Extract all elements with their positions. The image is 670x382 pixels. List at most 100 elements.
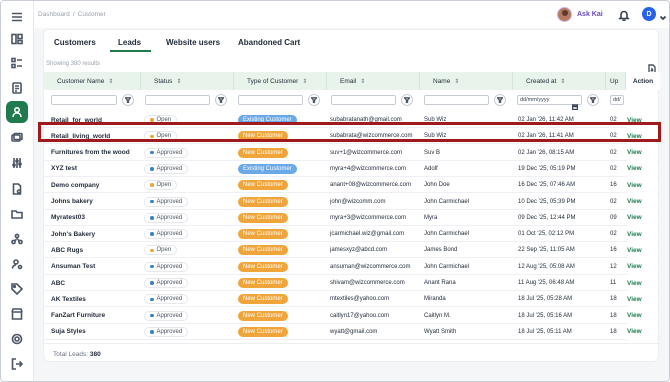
- sort-icon[interactable]: ⇕: [302, 78, 307, 85]
- customer-name-cell[interactable]: AK Textiles: [51, 291, 141, 307]
- folder-icon[interactable]: [9, 206, 25, 222]
- customer-name-cell[interactable]: Retail_for_world: [51, 112, 141, 128]
- customer-name-cell[interactable]: Myratest03: [51, 210, 141, 226]
- customer-name-cell[interactable]: ABC: [51, 275, 141, 291]
- sort-icon[interactable]: ⇕: [108, 78, 113, 85]
- col-updated[interactable]: Up: [605, 72, 625, 90]
- customer-name-cell[interactable]: XYZ test: [51, 161, 141, 177]
- email-filter-input[interactable]: [331, 95, 396, 105]
- contact-name-cell: Wyatt Smith: [424, 328, 457, 335]
- status-cell: Approved: [144, 145, 234, 161]
- view-link[interactable]: View: [627, 177, 657, 194]
- view-link[interactable]: View: [627, 226, 657, 243]
- catalog-icon[interactable]: [9, 55, 25, 71]
- table-row[interactable]: XYZ test Approved Existing Customer myra+4@…: [44, 160, 660, 177]
- table-row[interactable]: Demo company Open New Customer anant+08@wiz…: [44, 177, 660, 194]
- customer-name-cell[interactable]: FanZart Furniture: [51, 308, 141, 324]
- dashboard-icon[interactable]: [9, 31, 25, 47]
- tag-icon[interactable]: [9, 281, 25, 297]
- table-row[interactable]: AK Textiles Approved New Customer mtextiles…: [44, 291, 660, 308]
- name-filter-input[interactable]: [424, 95, 489, 105]
- export-icon[interactable]: [647, 61, 657, 74]
- table-row[interactable]: Furnitures from the wood Approved New Cust…: [44, 144, 660, 161]
- table-row[interactable]: John's Bakery Approved New Customer jcarmic…: [44, 226, 660, 243]
- col-type[interactable]: Type of Customer ⇕: [233, 72, 326, 90]
- network-icon[interactable]: [9, 231, 25, 247]
- table-row[interactable]: Ansuman Test Approved New Customer ansuman@…: [44, 258, 660, 275]
- tab-leads[interactable]: Leads: [118, 38, 141, 47]
- logout-icon[interactable]: [9, 356, 25, 372]
- updated-date-input[interactable]: dd/: [610, 95, 624, 105]
- view-link[interactable]: View: [627, 193, 657, 210]
- view-link[interactable]: View: [627, 209, 657, 226]
- document-icon[interactable]: [9, 181, 25, 197]
- customer-name-filter-input[interactable]: [51, 95, 117, 105]
- chevron-down-icon[interactable]: [659, 9, 667, 21]
- user-avatar[interactable]: D: [642, 7, 656, 21]
- customer-name-cell[interactable]: Retail_living_world: [51, 128, 141, 144]
- customer-name-cell[interactable]: Johns bakery: [51, 194, 141, 210]
- col-name[interactable]: Name ⇕: [419, 72, 512, 90]
- sort-icon[interactable]: ⇕: [360, 78, 365, 85]
- view-link[interactable]: View: [627, 160, 657, 177]
- sort-icon[interactable]: ⇕: [454, 78, 459, 85]
- view-link[interactable]: View: [627, 307, 657, 324]
- customer-name-cell[interactable]: Suja Styles: [51, 324, 141, 340]
- bell-icon[interactable]: [618, 8, 630, 22]
- customers-icon[interactable]: [6, 101, 28, 123]
- settings-sliders-icon[interactable]: [9, 155, 25, 171]
- calendar-icon[interactable]: [571, 97, 579, 111]
- view-link[interactable]: View: [627, 144, 657, 161]
- col-email[interactable]: Email ⇕: [326, 72, 419, 90]
- customer-name-cell[interactable]: Ansuman Test: [51, 259, 141, 275]
- view-link[interactable]: View: [627, 258, 657, 275]
- customer-name-cell[interactable]: Furnitures from the wood: [51, 145, 141, 161]
- customer-name-cell[interactable]: Demo company: [51, 177, 141, 193]
- updated-cell: 18: [610, 296, 617, 303]
- table-row[interactable]: Suja Styles Approved New Customer wyatt@gma…: [44, 323, 660, 340]
- table-row[interactable]: ABC Rugs Open New Customer jamesxyz@abcd.co…: [44, 242, 660, 259]
- ask-kai-button[interactable]: Ask Kai: [557, 6, 607, 23]
- view-link[interactable]: View: [627, 275, 657, 291]
- status-label: Approved: [156, 231, 183, 238]
- view-link[interactable]: View: [627, 128, 657, 145]
- payments-icon[interactable]: [9, 130, 25, 146]
- filter-icon[interactable]: [587, 94, 599, 106]
- orders-icon[interactable]: [9, 80, 25, 96]
- table-row[interactable]: Myratest03 Approved New Customer myra+3@wiz…: [44, 209, 660, 226]
- customer-name-cell[interactable]: ABC Rugs: [51, 242, 141, 258]
- view-link[interactable]: View: [627, 242, 657, 259]
- user-settings-icon[interactable]: [9, 256, 25, 272]
- breadcrumb: Dashboard / Customer: [38, 11, 109, 18]
- tab-customers[interactable]: Customers: [54, 38, 96, 47]
- breadcrumb-dashboard[interactable]: Dashboard: [38, 11, 70, 18]
- updated-cell: 09: [610, 214, 617, 221]
- store-icon[interactable]: [9, 306, 25, 322]
- view-link[interactable]: View: [627, 291, 657, 308]
- sort-icon[interactable]: ⇕: [176, 78, 181, 85]
- tab-website-users[interactable]: Website users: [166, 38, 220, 47]
- table-row[interactable]: Retail_living_world Open New Customer subab…: [44, 128, 660, 145]
- filter-icon[interactable]: [215, 94, 227, 106]
- tab-abandoned-cart[interactable]: Abandoned Cart: [238, 38, 300, 47]
- table-row[interactable]: Retail_for_world Open Existing Customer sub…: [44, 112, 660, 128]
- customer-type-badge: New Customer: [238, 278, 288, 288]
- table-row[interactable]: FanZart Furniture Approved New Customer cai…: [44, 307, 660, 324]
- menu-icon[interactable]: [9, 9, 25, 25]
- customer-name-cell[interactable]: John's Bakery: [51, 226, 141, 242]
- gear-icon[interactable]: [9, 331, 25, 347]
- col-status[interactable]: Status ⇕: [140, 72, 233, 90]
- view-link[interactable]: View: [627, 323, 657, 340]
- type-filter-input[interactable]: [238, 95, 303, 105]
- filter-icon[interactable]: [308, 94, 320, 106]
- filter-icon[interactable]: [401, 94, 413, 106]
- view-link[interactable]: View: [627, 112, 657, 128]
- table-row[interactable]: Johns bakery Approved New Customer john@wiz…: [44, 193, 660, 210]
- status-filter-input[interactable]: [145, 95, 210, 105]
- table-row[interactable]: ABC Approved New Customer shivam@wizcommerc…: [44, 275, 660, 291]
- filter-icon[interactable]: [494, 94, 506, 106]
- filter-icon[interactable]: [122, 94, 134, 106]
- col-created-at[interactable]: Created at ⇕: [512, 72, 605, 90]
- sort-icon[interactable]: ⇕: [560, 78, 565, 85]
- col-customer-name[interactable]: Customer Name ⇕: [44, 72, 140, 90]
